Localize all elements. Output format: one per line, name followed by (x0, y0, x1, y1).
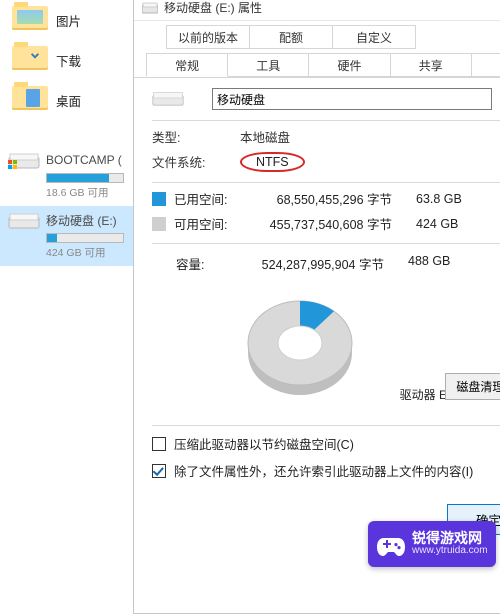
folder-icon (12, 86, 48, 114)
separator (152, 425, 500, 426)
drive-subtext: 18.6 GB 可用 (46, 185, 129, 200)
folder-icon (12, 46, 48, 74)
index-label: 除了文件属性外，还允许索引此驱动器上文件的内容(I) (174, 461, 473, 480)
separator (152, 182, 500, 183)
capacity-label: 容量: (152, 254, 224, 273)
tab-quota[interactable]: 配额 (249, 25, 333, 49)
drive-icon (8, 150, 40, 170)
tab-general[interactable]: 常规 (146, 53, 228, 77)
drive-icon (8, 210, 40, 230)
free-bytes: 455,737,540,608 字节 (244, 214, 416, 233)
quick-access-desktop[interactable]: 桌面 (0, 80, 135, 120)
quick-access-label: 图片 (56, 11, 81, 30)
drive-icon (142, 2, 158, 14)
watermark-badge: 锐得游戏网 www.ytruida.com (368, 521, 496, 567)
separator (152, 243, 500, 244)
drive-item-bootcamp[interactable]: BOOTCAMP ( 18.6 GB 可用 (0, 146, 135, 206)
tab-panel-general: 类型: 本地磁盘 文件系统: NTFS 已用空间: 68,550,455,296… (134, 78, 500, 547)
drive-usage-bar (46, 233, 124, 243)
quick-access-label: 桌面 (56, 91, 81, 110)
drive-name: BOOTCAMP ( (46, 153, 122, 167)
free-human: 424 GB (416, 217, 474, 231)
drive-item-e[interactable]: 移动硬盘 (E:) 424 GB 可用 (0, 206, 135, 266)
tab-row-lower: 常规 工具 硬件 共享 安全 (134, 53, 500, 78)
drive-name-input[interactable] (212, 88, 492, 110)
tab-security[interactable]: 安全 (471, 53, 500, 77)
tab-hardware[interactable]: 硬件 (308, 53, 390, 77)
folder-icon (12, 6, 48, 34)
tab-sharing[interactable]: 共享 (390, 53, 472, 77)
tab-tools[interactable]: 工具 (227, 53, 309, 77)
tab-row-upper: 以前的版本 配额 自定义 (134, 25, 500, 49)
type-value: 本地磁盘 (240, 127, 290, 146)
used-label: 已用空间: (174, 189, 244, 208)
filesystem-label: 文件系统: (152, 152, 240, 172)
used-swatch-icon (152, 192, 166, 206)
watermark-url: www.ytruida.com (412, 545, 488, 557)
separator (152, 120, 500, 121)
drive-name: 移动硬盘 (E:) (46, 212, 117, 229)
used-human: 63.8 GB (416, 192, 474, 206)
disk-cleanup-button[interactable]: 磁盘清理(D) (445, 373, 500, 400)
dialog-titlebar: 移动硬盘 (E:) 属性 (134, 0, 500, 21)
explorer-sidebar: 图片 下载 桌面 (0, 0, 135, 575)
capacity-human: 488 GB (408, 254, 466, 273)
free-swatch-icon (152, 217, 166, 231)
free-label: 可用空间: (174, 214, 244, 233)
type-label: 类型: (152, 127, 240, 146)
index-checkbox[interactable] (152, 464, 166, 478)
tab-custom[interactable]: 自定义 (332, 25, 416, 49)
tab-previous-versions[interactable]: 以前的版本 (166, 25, 250, 49)
compress-label: 压缩此驱动器以节约磁盘空间(C) (174, 434, 354, 453)
gamepad-icon (376, 530, 406, 558)
drive-subtext: 424 GB 可用 (46, 245, 129, 260)
quick-access-label: 下载 (56, 51, 81, 70)
watermark-title: 锐得游戏网 (412, 531, 488, 545)
quick-access-downloads[interactable]: 下载 (0, 40, 135, 80)
filesystem-value: NTFS (240, 152, 305, 172)
capacity-bytes: 524,287,995,904 字节 (224, 254, 408, 273)
drive-icon (152, 88, 192, 110)
quick-access-pictures[interactable]: 图片 (0, 0, 135, 40)
compress-checkbox[interactable] (152, 437, 166, 451)
drive-usage-bar (46, 173, 124, 183)
dialog-title: 移动硬盘 (E:) 属性 (164, 0, 262, 16)
used-bytes: 68,550,455,296 字节 (244, 189, 416, 208)
